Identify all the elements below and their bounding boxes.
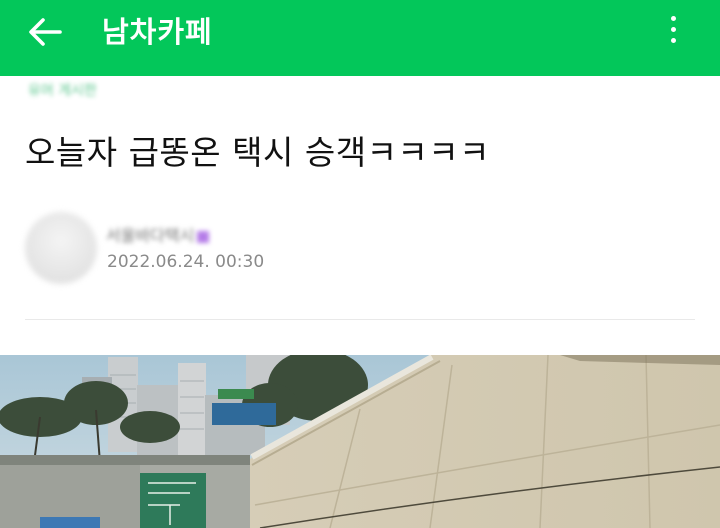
header-divider: [25, 319, 695, 320]
board-name-link[interactable]: 유머 게시판: [28, 80, 97, 100]
post-date: 2022.06.24. 00:30: [107, 252, 265, 272]
back-button[interactable]: [26, 14, 66, 50]
author-nickname[interactable]: 서울바다택시: [106, 222, 210, 246]
arrow-left-icon: [29, 18, 62, 46]
app-bar: 남차카페: [0, 0, 720, 76]
member-level-icon: [197, 230, 210, 243]
author-nickname-text: 서울바다택시: [106, 226, 195, 245]
cafe-title[interactable]: 남차카페: [102, 13, 213, 51]
post-photo[interactable]: [0, 355, 720, 528]
more-vertical-icon: [664, 16, 682, 43]
post-title: 오늘자 급똥온 택시 승객ㅋㅋㅋㅋ: [25, 133, 491, 172]
author-avatar[interactable]: [25, 212, 97, 284]
more-options-button[interactable]: [664, 13, 682, 49]
tunnel-road-photo: [0, 355, 720, 528]
